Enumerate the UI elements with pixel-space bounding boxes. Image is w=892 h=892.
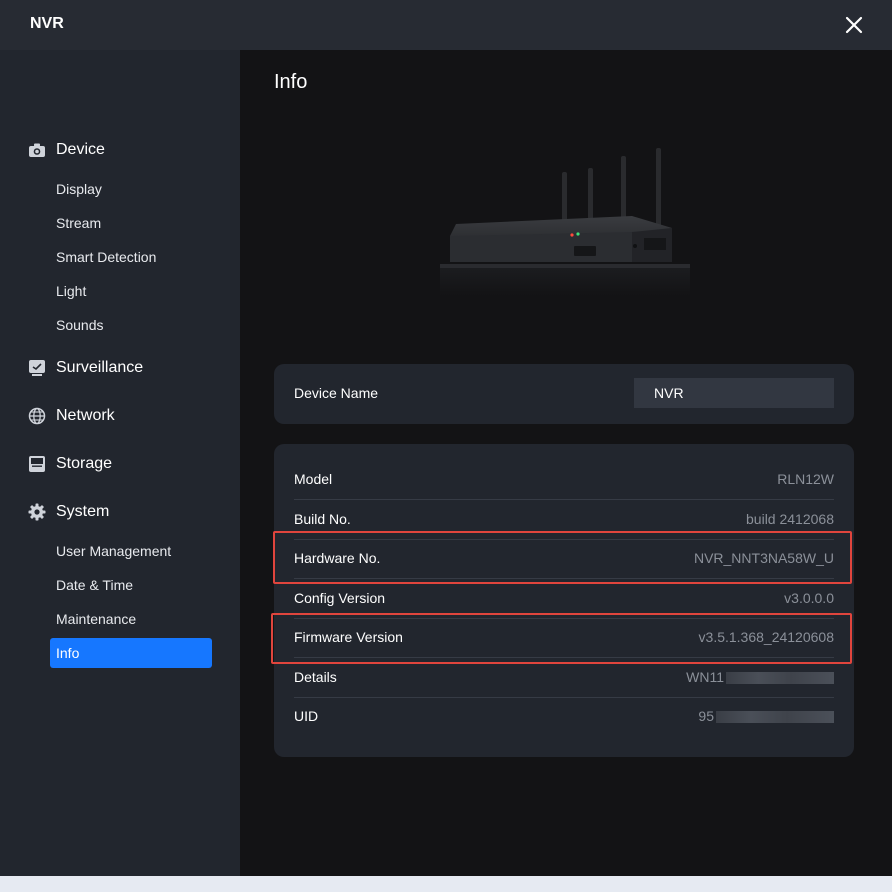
sidebar-section-label: Network xyxy=(56,407,115,424)
info-label: Config Version xyxy=(294,590,386,606)
info-row-details: Details WN11 xyxy=(294,658,834,698)
info-label: Model xyxy=(294,471,333,487)
info-value: NVR_NNT3NA58W_U xyxy=(693,550,834,566)
sidebar-item-user-management[interactable]: User Management xyxy=(50,536,212,566)
info-label: Firmware Version xyxy=(294,629,403,645)
main-content: Info Device Name NVR Model RLN12W Build … xyxy=(240,50,892,876)
page-title: Info xyxy=(274,71,308,93)
title-bar: NVR xyxy=(0,0,892,50)
info-value: v3.0.0.0 xyxy=(784,590,834,606)
redacted-blur xyxy=(726,672,834,685)
storage-icon xyxy=(28,455,46,473)
sidebar-item-stream[interactable]: Stream xyxy=(50,208,212,238)
sidebar-item-light[interactable]: Light xyxy=(50,276,212,306)
info-value: WN11 xyxy=(686,669,834,685)
info-row-config-version: Config Version v3.0.0.0 xyxy=(294,579,834,619)
sidebar-item-smart-detection[interactable]: Smart Detection xyxy=(50,242,212,272)
camera-icon xyxy=(28,141,46,159)
sidebar-section-storage[interactable]: Storage xyxy=(28,452,112,476)
desktop-background xyxy=(0,876,892,892)
sidebar-item-info[interactable]: Info xyxy=(50,638,212,668)
sidebar-section-label: Surveillance xyxy=(56,359,144,376)
gear-icon xyxy=(28,503,46,521)
info-row-hardware-no: Hardware No. NVR_NNT3NA58W_U xyxy=(294,539,834,579)
device-info-card: Model RLN12W Build No. build 2412068 Har… xyxy=(274,444,854,757)
sidebar-section-system[interactable]: System xyxy=(28,500,109,524)
device-name-input[interactable]: NVR xyxy=(634,378,834,408)
device-name-label: Device Name xyxy=(294,385,379,401)
redacted-blur xyxy=(716,711,834,724)
info-value: RLN12W xyxy=(777,471,834,487)
info-value: build 2412068 xyxy=(746,511,834,527)
info-row-firmware-version: Firmware Version v3.5.1.368_24120608 xyxy=(294,618,834,658)
info-row-model: Model RLN12W xyxy=(294,460,834,500)
sidebar-section-device[interactable]: Device xyxy=(28,138,105,162)
info-label: Hardware No. xyxy=(294,550,381,566)
details-value-text: WN11 xyxy=(686,669,724,685)
close-button[interactable] xyxy=(838,10,870,40)
window-title: NVR xyxy=(30,15,64,32)
monitor-icon xyxy=(28,359,46,377)
settings-window: NVR Device Display Stream Smart Detectio… xyxy=(0,0,892,876)
info-value: v3.5.1.368_24120608 xyxy=(698,629,834,645)
info-row-build-no: Build No. build 2412068 xyxy=(294,500,834,540)
device-name-card: Device Name NVR xyxy=(274,364,854,424)
sidebar-item-maintenance[interactable]: Maintenance xyxy=(50,604,212,634)
info-label: Build No. xyxy=(294,511,351,527)
info-label: UID xyxy=(294,708,319,724)
sidebar-item-display[interactable]: Display xyxy=(50,174,212,204)
sidebar-section-network[interactable]: Network xyxy=(28,404,115,428)
info-value: 95 xyxy=(698,708,834,724)
sidebar-section-label: Storage xyxy=(56,455,113,472)
sidebar-section-surveillance[interactable]: Surveillance xyxy=(28,356,143,380)
uid-value-text: 95 xyxy=(698,708,714,724)
close-icon xyxy=(845,16,863,34)
sidebar-item-sounds[interactable]: Sounds xyxy=(50,310,212,340)
sidebar-section-label: System xyxy=(56,503,110,520)
globe-icon xyxy=(28,407,46,425)
nvr-device-image xyxy=(440,148,690,296)
info-row-uid: UID 95 xyxy=(294,697,834,736)
info-label: Details xyxy=(294,669,337,685)
sidebar: Device Display Stream Smart Detection Li… xyxy=(0,50,240,876)
sidebar-item-date-time[interactable]: Date & Time xyxy=(50,570,212,600)
sidebar-section-label: Device xyxy=(56,141,105,158)
